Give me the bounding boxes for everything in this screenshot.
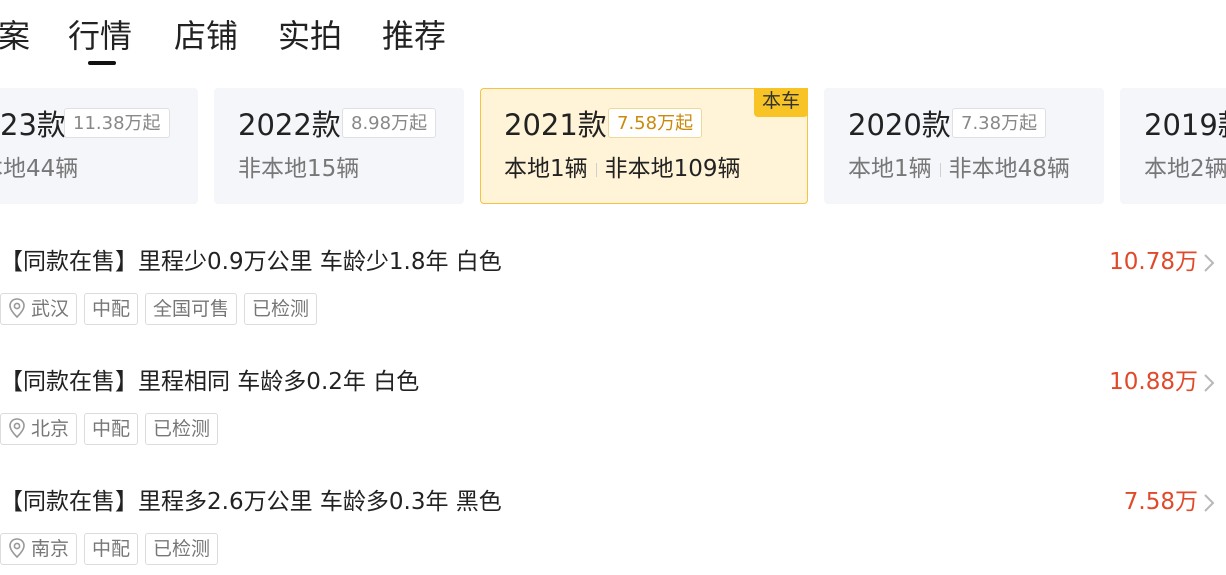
tab-case[interactable]: 案 — [0, 14, 30, 58]
stock-count: 本地44辆 — [0, 156, 79, 182]
model-year-price: 7.58万起 — [608, 108, 703, 138]
tab-shop[interactable]: 店铺 — [174, 14, 238, 58]
local-stock-count: 本地1辆 — [504, 156, 588, 182]
location-city: 北京 — [31, 418, 70, 440]
model-year-price: 11.38万起 — [64, 108, 170, 138]
model-year-price: 8.98万起 — [342, 108, 437, 138]
model-year-card-current[interactable]: 本车 2021款 7.58万起 本地1辆 非本地109辆 — [480, 88, 808, 204]
location-tag: 武汉 — [0, 293, 78, 325]
model-year-price: 7.38万起 — [952, 108, 1047, 138]
model-year-scroller[interactable]: 23款 11.38万起 本地44辆 2022款 8.98万起 非本地15辆 本车… — [0, 88, 1226, 204]
local-stock-count: 本地2辆 — [1144, 156, 1226, 182]
tag-inspected: 已检测 — [145, 533, 219, 565]
tag-trim: 中配 — [84, 293, 139, 325]
model-year-label: 2022款 — [238, 108, 341, 142]
listing-title: 【同款在售】里程相同 车龄多0.2年 白色 — [0, 369, 420, 395]
model-year-stock: 本地1辆 非本地109辆 — [504, 152, 741, 186]
listing-price: 7.58万 — [1123, 489, 1198, 515]
tag-trim: 中配 — [84, 533, 139, 565]
location-pin-icon — [9, 298, 25, 319]
stock-divider — [595, 162, 597, 177]
tag-trim: 中配 — [84, 413, 139, 445]
listing-title: 【同款在售】里程少0.9万公里 车龄少1.8年 白色 — [0, 249, 502, 275]
model-year-stock: 本地2辆 — [1144, 152, 1226, 186]
model-year-card[interactable]: 23款 11.38万起 本地44辆 — [0, 88, 198, 204]
model-year-stock: 本地1辆 非本地48辆 — [848, 152, 1070, 186]
listing-price: 10.78万 — [1109, 249, 1198, 275]
listing-row[interactable]: 【同款在售】里程多2.6万公里 车龄多0.3年 黑色 7.58万 南京 中配 已检测 — [0, 485, 1226, 575]
model-year-label: 2020款 — [848, 108, 951, 142]
tag-inspected: 已检测 — [145, 413, 219, 445]
local-stock-count: 本地1辆 — [848, 156, 932, 182]
nonlocal-stock-count: 非本地15辆 — [238, 156, 360, 182]
model-year-label: 23款 — [0, 108, 66, 142]
tag-inspected: 已检测 — [244, 293, 318, 325]
listing-price: 10.88万 — [1109, 369, 1198, 395]
tab-market-label: 行情 — [68, 17, 133, 55]
model-year-label: 2021款 — [504, 108, 607, 142]
stock-divider — [939, 162, 941, 177]
tag-nationwide: 全国可售 — [145, 293, 238, 325]
location-tag: 北京 — [0, 413, 78, 445]
listing-tags: 南京 中配 已检测 — [0, 533, 225, 565]
tab-recommend[interactable]: 推荐 — [382, 14, 446, 58]
chevron-right-icon — [1204, 494, 1215, 512]
current-car-badge: 本车 — [754, 88, 808, 117]
model-year-card[interactable]: 2020款 7.38万起 本地1辆 非本地48辆 — [824, 88, 1104, 204]
listing-tags: 北京 中配 已检测 — [0, 413, 225, 445]
nonlocal-stock-count: 非本地48辆 — [948, 156, 1070, 182]
model-year-card[interactable]: 2019款 本地2辆 — [1120, 88, 1226, 204]
model-year-card[interactable]: 2022款 8.98万起 非本地15辆 — [214, 88, 464, 204]
listing-row[interactable]: 【同款在售】里程少0.9万公里 车龄少1.8年 白色 10.78万 武汉 中配 全国… — [0, 245, 1226, 335]
location-city: 武汉 — [31, 298, 70, 320]
model-year-stock: 本地44辆 — [0, 152, 78, 186]
active-tab-indicator — [88, 61, 116, 65]
location-pin-icon — [9, 418, 25, 439]
chevron-right-icon — [1204, 374, 1215, 392]
chevron-right-icon — [1204, 254, 1215, 272]
tab-photos[interactable]: 实拍 — [278, 14, 342, 58]
listing-row[interactable]: 【同款在售】里程相同 车龄多0.2年 白色 10.88万 北京 中配 已检测 — [0, 365, 1226, 455]
location-city: 南京 — [31, 538, 70, 560]
listing-tags: 武汉 中配 全国可售 已检测 — [0, 293, 324, 325]
model-year-label: 2019款 — [1144, 108, 1226, 142]
location-tag: 南京 — [0, 533, 78, 565]
tab-market[interactable]: 行情 — [68, 14, 133, 65]
location-pin-icon — [9, 538, 25, 559]
listing-title: 【同款在售】里程多2.6万公里 车龄多0.3年 黑色 — [0, 489, 502, 515]
tab-bar: 案 行情 店铺 实拍 推荐 — [0, 0, 1226, 70]
model-year-stock: 非本地15辆 — [238, 152, 359, 186]
nonlocal-stock-count: 非本地109辆 — [604, 156, 741, 182]
